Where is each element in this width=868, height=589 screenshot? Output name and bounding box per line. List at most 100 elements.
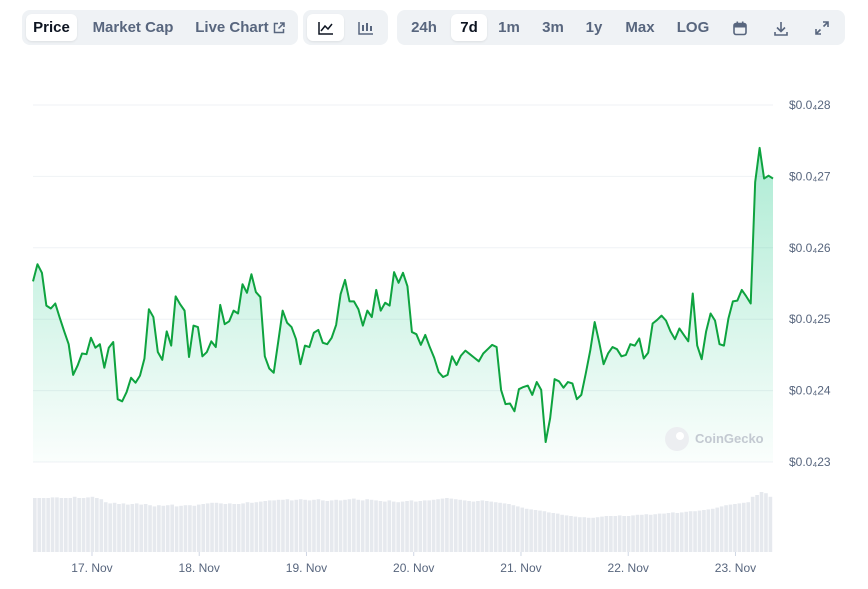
volume-bars	[33, 492, 773, 552]
volume-bar	[617, 515, 622, 552]
volume-bar	[174, 506, 179, 552]
volume-bar	[108, 503, 112, 552]
volume-bar	[400, 501, 405, 552]
volume-bar	[241, 503, 245, 552]
volume-bar	[591, 517, 595, 552]
volume-bar	[90, 496, 95, 552]
volume-bar	[263, 501, 268, 552]
volume-bar	[719, 506, 724, 552]
volume-bar	[312, 499, 316, 552]
volume-bar	[99, 499, 104, 552]
volume-bar	[227, 503, 232, 552]
volume-bar	[165, 505, 170, 552]
volume-bar	[254, 502, 259, 552]
volume-bar	[582, 517, 587, 552]
volume-bar	[55, 497, 59, 552]
volume-bar	[684, 511, 689, 552]
volume-bar	[564, 515, 569, 552]
coingecko-logo-eye	[676, 432, 684, 440]
volume-bar	[285, 499, 290, 552]
volume-bar	[533, 510, 538, 552]
volume-bar	[161, 505, 166, 552]
x-tick-label: 19. Nov	[286, 561, 327, 575]
volume-bar	[600, 516, 604, 552]
volume-bar	[72, 496, 77, 552]
volume-bar	[560, 514, 564, 552]
volume-bar	[489, 501, 494, 552]
x-tick-label: 22. Nov	[608, 561, 649, 575]
volume-bar	[409, 500, 414, 552]
volume-bar	[595, 517, 600, 552]
volume-bar	[134, 503, 139, 552]
volume-bar	[467, 501, 471, 552]
volume-bar	[710, 508, 715, 552]
volume-bar	[551, 513, 556, 552]
y-axis: $0.0₄23 $0.0₄24 $0.0₄25 $0.0₄26 $0.0₄27 $0.0₄…	[789, 98, 831, 469]
volume-bar	[755, 495, 759, 552]
volume-bar	[196, 504, 201, 552]
volume-bar	[139, 504, 143, 552]
volume-bar	[573, 516, 578, 552]
volume-bar	[764, 493, 768, 552]
y-tick-label: $0.0₄27	[789, 169, 831, 183]
volume-bar	[95, 498, 99, 552]
volume-bar	[183, 505, 188, 552]
volume-bar	[440, 498, 445, 552]
volume-bar	[143, 504, 148, 552]
volume-bar	[329, 500, 334, 552]
volume-bar	[613, 516, 618, 552]
volume-bar	[431, 499, 436, 552]
volume-bar	[59, 498, 64, 552]
volume-bar	[715, 507, 720, 552]
volume-bar	[697, 510, 702, 552]
volume-bar	[77, 498, 81, 552]
volume-bar	[604, 516, 609, 552]
volume-bar	[524, 508, 529, 552]
y-tick-label: $0.0₄25	[789, 312, 831, 326]
x-axis: 17. Nov 18. Nov 19. Nov 20. Nov 21. Nov 22. N…	[71, 552, 756, 575]
volume-bar	[272, 500, 276, 552]
volume-bar	[746, 502, 751, 552]
volume-bar	[374, 500, 378, 552]
volume-bar	[476, 501, 480, 552]
price-chart[interactable]: $0.0₄23 $0.0₄24 $0.0₄25 $0.0₄26 $0.0₄27 $0.0₄…	[0, 0, 868, 589]
volume-bar	[236, 504, 241, 552]
volume-bar	[64, 498, 68, 552]
volume-bar	[121, 503, 126, 552]
volume-bar	[733, 504, 737, 552]
volume-bar	[648, 514, 653, 552]
volume-bar	[635, 514, 640, 552]
volume-bar	[214, 502, 219, 552]
volume-bar	[210, 502, 214, 552]
volume-bar	[298, 499, 303, 552]
volume-bar	[86, 497, 90, 552]
volume-bar	[356, 499, 361, 552]
volume-bar	[768, 496, 773, 552]
volume-bar	[569, 516, 573, 552]
volume-bar	[706, 509, 711, 552]
volume-bar	[258, 501, 263, 552]
volume-bar	[192, 505, 197, 552]
volume-bar	[37, 498, 42, 552]
volume-bar	[219, 503, 223, 552]
price-area-fill	[33, 147, 773, 462]
volume-bar	[46, 498, 50, 552]
volume-bar	[609, 516, 613, 552]
volume-bar	[462, 500, 467, 552]
volume-bar	[662, 513, 666, 552]
volume-bar	[547, 512, 551, 552]
volume-bar	[427, 500, 432, 552]
volume-bar	[688, 511, 693, 552]
volume-bar	[507, 504, 511, 552]
x-tick-label: 17. Nov	[71, 561, 112, 575]
volume-bar	[653, 514, 657, 552]
volume-bar	[498, 502, 502, 552]
volume-bar	[41, 498, 46, 552]
y-tick-label: $0.0₄28	[789, 98, 831, 112]
volume-bar	[126, 504, 130, 552]
volume-bar	[130, 504, 135, 552]
volume-bar	[365, 499, 369, 552]
x-tick-label: 23. Nov	[715, 561, 756, 575]
volume-bar	[626, 516, 631, 552]
volume-bar	[586, 517, 591, 552]
